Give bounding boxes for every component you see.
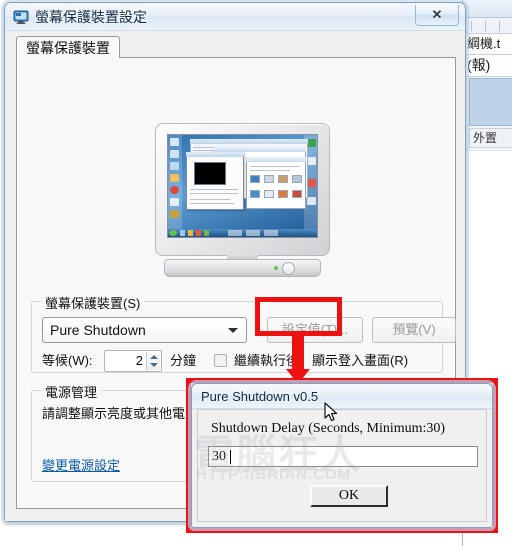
toolbar-divider (485, 21, 486, 31)
desktop-detail-line (190, 203, 234, 204)
desktop-thumbnail (250, 190, 260, 198)
desktop-thumbnail (250, 175, 260, 183)
taskbar-window-button (246, 230, 260, 236)
desktop-icon (170, 162, 179, 170)
power-management-legend: 電源管理 (41, 382, 102, 401)
desktop-thumbnail (278, 175, 288, 183)
annotation-arrow-shaft (292, 335, 304, 373)
background-selection-pane (469, 78, 512, 126)
monitor-preview (155, 123, 330, 278)
desktop-detail-line (250, 170, 290, 171)
desktop-thumbnail (278, 190, 288, 198)
desktop-dialog-preview (194, 162, 226, 185)
screensaver-select-value: Pure Shutdown (50, 322, 146, 338)
pure-shutdown-body: Shutdown Delay (Seconds, Minimum:30) 30 … (197, 409, 487, 522)
shutdown-delay-label: Shutdown Delay (Seconds, Minimum:30) (211, 421, 446, 436)
change-power-settings-link[interactable]: 變更電源設定 (42, 455, 120, 474)
background-bottom-label: 外置 (469, 128, 512, 148)
start-orb-icon (169, 230, 177, 236)
screensaver-select[interactable]: Pure Shutdown (42, 317, 247, 343)
stepper-buttons[interactable] (146, 352, 160, 370)
gadget-icon (307, 197, 316, 205)
gadget-icon (307, 179, 316, 187)
background-text-line-2: (報) (465, 55, 512, 77)
background-window-titlebar[interactable] (463, 0, 512, 18)
desktop-icon (170, 186, 179, 194)
settings-button-highlight (255, 297, 342, 336)
wait-unit-label: 分鐘 (170, 353, 197, 368)
taskbar-item (188, 230, 193, 236)
resume-logon-label[interactable]: 繼續執行後，顯示登入畫面(R) (234, 350, 408, 371)
monitor-base (164, 259, 321, 277)
background-window-toolbar[interactable] (463, 18, 512, 34)
wait-minutes-value: 2 (135, 353, 143, 368)
toolbar-divider (471, 21, 472, 31)
desktop-window-right (246, 157, 306, 209)
shutdown-delay-input[interactable]: 30 (208, 446, 478, 467)
wait-minutes-stepper[interactable]: 2 (104, 350, 162, 372)
taskbar-item (196, 230, 201, 236)
gadget-icon (307, 157, 316, 165)
ok-button[interactable]: OK (310, 485, 388, 507)
shutdown-delay-value: 30 (212, 449, 226, 464)
close-button[interactable]: ✕ (415, 5, 459, 26)
desktop-thumbnail (292, 175, 302, 183)
window-titlebar[interactable]: 螢幕保護裝置設定 ✕ (5, 3, 465, 31)
desktop-thumbnail (292, 190, 302, 198)
desktop-window-back-titlebar (190, 139, 308, 144)
wait-label: 等候(W): (42, 353, 93, 368)
desktop-detail-line (190, 199, 230, 200)
desktop-thumbnail (264, 175, 274, 183)
background-text-line-1: 綱機.t (465, 33, 512, 55)
taskbar-item (180, 230, 185, 236)
desktop-icon (170, 138, 179, 146)
text-caret (230, 450, 231, 464)
desktop-detail-line (190, 189, 238, 190)
close-icon: ✕ (431, 7, 443, 22)
desktop-dialog-titlebar (186, 152, 244, 157)
desktop-icon (170, 210, 179, 218)
stepper-up-icon[interactable] (150, 355, 158, 359)
screensaver-group: 螢幕保護裝置(S) Pure Shutdown 設定值(T)... 預覽(V) … (31, 293, 456, 373)
stepper-down-icon[interactable] (150, 363, 158, 367)
tab-screensaver[interactable]: 螢幕保護裝置 (16, 36, 120, 58)
desktop-icon (170, 174, 179, 182)
taskbar-window-button (228, 230, 242, 236)
page-title: 螢幕保護裝置設定 (35, 9, 147, 25)
power-led-icon (274, 266, 278, 270)
desktop-thumbnail (264, 190, 274, 198)
chevron-down-icon (228, 328, 238, 333)
desktop-icon (170, 198, 179, 206)
desktop-detail-line (250, 166, 300, 167)
desktop-icon (170, 150, 179, 158)
desktop-detail-line (190, 193, 238, 194)
preview-button[interactable]: 預覽(V) (372, 317, 456, 343)
monitor-icon (13, 9, 29, 25)
resume-logon-checkbox[interactable] (214, 354, 227, 367)
pure-shutdown-titlebar[interactable]: Pure Shutdown v0.5 (192, 384, 492, 409)
monitor-screen (167, 134, 318, 238)
pure-shutdown-dialog: Pure Shutdown v0.5 電腦狂人 HTTP://BRIAN.COM… (191, 383, 493, 528)
toolbar-divider (499, 21, 500, 31)
screensaver-group-legend: 螢幕保護裝置(S) (41, 293, 145, 312)
tab-strip: 螢幕保護裝置 (16, 36, 456, 58)
power-button-icon (282, 262, 295, 275)
desktop-window-right-titlebar (246, 157, 306, 162)
pure-shutdown-title: Pure Shutdown v0.5 (201, 389, 319, 404)
gadget-icon (307, 139, 316, 147)
taskbar-window-button (264, 230, 278, 236)
taskbar-item (204, 230, 209, 236)
